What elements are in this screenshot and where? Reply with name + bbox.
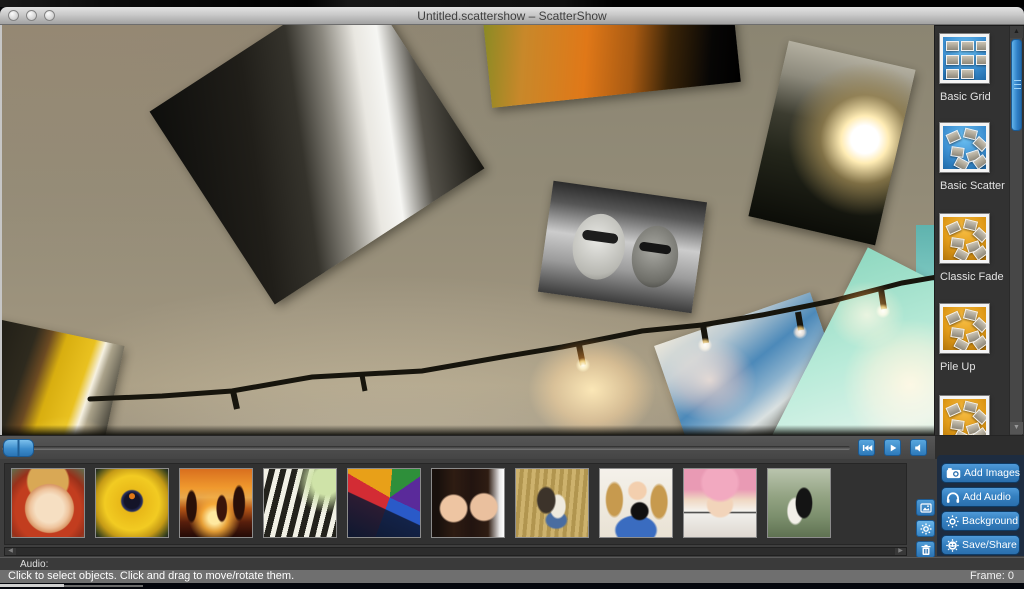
play-button[interactable] bbox=[884, 439, 901, 456]
light-bulb-glow bbox=[696, 336, 714, 354]
audio-label: Audio: bbox=[20, 559, 48, 570]
scrubber-track[interactable] bbox=[2, 446, 850, 450]
preview-canvas[interactable] bbox=[0, 25, 935, 435]
template-label: Basic Grid bbox=[940, 91, 1006, 103]
template-label: Pile Up bbox=[940, 361, 1006, 373]
add-images-label: Add Images bbox=[964, 467, 1020, 479]
filmstrip bbox=[4, 463, 907, 545]
filmstrip-thumbnail[interactable] bbox=[767, 468, 831, 538]
filmstrip-thumbnail[interactable] bbox=[95, 468, 169, 538]
window-title: Untitled.scattershow – ScatterShow bbox=[0, 9, 1024, 23]
filmstrip-thumbnail[interactable] bbox=[347, 468, 421, 538]
save-share-button[interactable]: Save/Share bbox=[941, 535, 1020, 555]
hscroll-right-icon[interactable]: ▶ bbox=[895, 548, 906, 555]
mini-photo-icon bbox=[946, 403, 962, 417]
trash-icon bbox=[920, 544, 932, 556]
audio-status-row: Audio: bbox=[0, 557, 1024, 570]
apply-image-button[interactable] bbox=[916, 499, 935, 516]
template-label: Classic Fade bbox=[940, 271, 1006, 283]
filmstrip-thumbnail[interactable] bbox=[431, 468, 505, 538]
desktop-artifact bbox=[64, 585, 143, 587]
mini-photo-icon bbox=[946, 69, 959, 79]
filmstrip-thumbnail[interactable] bbox=[683, 468, 757, 538]
sidebar-scrollbar[interactable]: ▲ ▼ bbox=[1009, 26, 1022, 435]
mini-photo-icon bbox=[961, 69, 974, 79]
filmstrip-thumbnail[interactable] bbox=[599, 468, 673, 538]
desktop-artifact bbox=[0, 584, 64, 587]
sun-icon bbox=[946, 515, 959, 528]
template-thumbnail bbox=[940, 214, 989, 263]
add-audio-label: Add Audio bbox=[963, 491, 1011, 503]
template-item-classic-fade[interactable]: Classic Fade bbox=[940, 214, 1006, 283]
scroll-down-icon[interactable]: ▼ bbox=[1010, 422, 1023, 434]
scrollbar-grip bbox=[1014, 80, 1021, 90]
badge-icon bbox=[946, 539, 959, 552]
template-item-basic-scatter[interactable]: Basic Scatter bbox=[940, 123, 1006, 192]
template-item-basic-grid[interactable]: Basic Grid bbox=[940, 34, 1006, 103]
template-item-partial[interactable] bbox=[940, 396, 1006, 435]
image-icon bbox=[920, 502, 932, 514]
mini-photo-icon bbox=[946, 221, 962, 235]
background-label: Background bbox=[962, 515, 1018, 527]
light-bulb-glow bbox=[791, 323, 809, 341]
timeline-scrubber-row bbox=[0, 435, 1024, 459]
template-thumbnail bbox=[940, 34, 989, 83]
template-thumbnail bbox=[940, 123, 989, 172]
template-thumbnail bbox=[940, 396, 989, 435]
delete-button[interactable] bbox=[916, 541, 935, 558]
bottom-panel: ◀ ▶ bbox=[0, 459, 1024, 557]
background-button[interactable]: Background bbox=[941, 511, 1020, 531]
mini-photo-icon bbox=[976, 55, 989, 65]
mini-photo-icon bbox=[946, 130, 962, 144]
play-icon bbox=[887, 442, 899, 454]
speaker-icon bbox=[913, 442, 925, 454]
skip-to-start-icon bbox=[861, 442, 873, 454]
screen: Untitled.scattershow – ScatterShow bbox=[0, 0, 1024, 589]
skip-to-start-button[interactable] bbox=[858, 439, 875, 456]
template-label: Basic Scatter bbox=[940, 180, 1006, 192]
add-images-button[interactable]: Add Images bbox=[941, 463, 1020, 483]
mini-photo-icon bbox=[961, 41, 974, 51]
scrollbar-thumb[interactable] bbox=[1011, 39, 1022, 131]
add-audio-button[interactable]: Add Audio bbox=[941, 487, 1020, 507]
filmstrip-thumbnail[interactable] bbox=[11, 468, 85, 538]
mini-photo-icon bbox=[946, 41, 959, 51]
scrubber-handle[interactable] bbox=[3, 439, 34, 457]
filmstrip-thumbnail[interactable] bbox=[179, 468, 253, 538]
scroll-up-icon[interactable]: ▲ bbox=[1010, 26, 1023, 38]
main-area: Basic Grid Basic Scatter Classic Fade Pi… bbox=[0, 25, 1024, 435]
mute-button[interactable] bbox=[910, 439, 927, 456]
headphones-icon bbox=[946, 491, 960, 504]
save-share-label: Save/Share bbox=[962, 539, 1017, 551]
mini-photo-icon bbox=[946, 55, 959, 65]
template-item-pile-up[interactable]: Pile Up bbox=[940, 304, 1006, 373]
mini-photo-icon bbox=[961, 55, 974, 65]
mini-photo-icon bbox=[946, 311, 962, 325]
preview-bottom-shade bbox=[2, 425, 935, 435]
light-bulb-glow bbox=[874, 302, 892, 320]
string-lights-graphic bbox=[2, 25, 935, 435]
hint-status-row: Click to select objects. Click and drag … bbox=[0, 570, 1024, 583]
desktop-top-strip bbox=[0, 0, 1024, 7]
titlebar[interactable]: Untitled.scattershow – ScatterShow bbox=[0, 7, 1024, 25]
frame-counter: Frame: 0 bbox=[970, 570, 1014, 583]
filmstrip-thumbnail[interactable] bbox=[263, 468, 337, 538]
gear-icon bbox=[920, 523, 932, 535]
hscroll-left-icon[interactable]: ◀ bbox=[5, 548, 16, 555]
hint-text: Click to select objects. Click and drag … bbox=[8, 570, 294, 582]
filmstrip-scrollbar[interactable]: ◀ ▶ bbox=[4, 547, 907, 556]
settings-button[interactable] bbox=[916, 520, 935, 537]
actions-panel: Add Images Add Audio bbox=[937, 455, 1024, 556]
template-thumbnail bbox=[940, 304, 989, 353]
filmstrip-thumbnail[interactable] bbox=[515, 468, 589, 538]
camera-icon bbox=[946, 467, 961, 479]
mini-photo-icon bbox=[976, 41, 989, 51]
light-bulb-glow bbox=[574, 356, 592, 374]
desktop-bottom-strip bbox=[0, 583, 1024, 589]
template-sidebar: Basic Grid Basic Scatter Classic Fade Pi… bbox=[935, 25, 1024, 435]
